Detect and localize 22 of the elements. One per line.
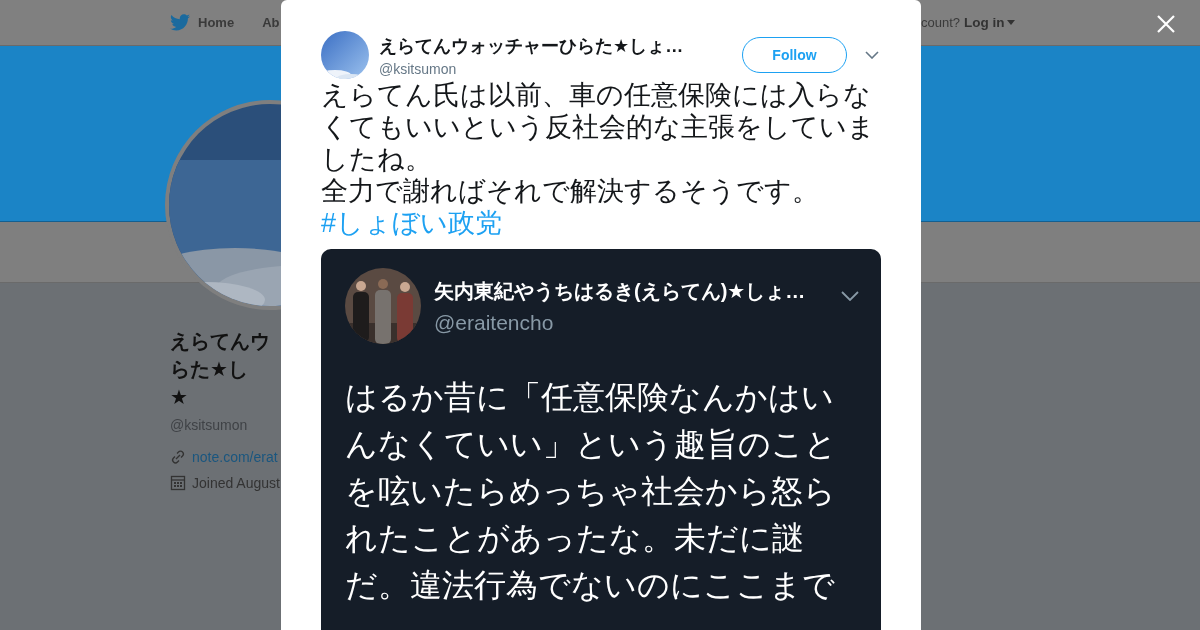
calendar-icon [170, 475, 186, 491]
link-icon [170, 449, 186, 465]
caret-icon [1006, 20, 1015, 25]
nav-link[interactable]: Ab [262, 15, 280, 30]
profile-link[interactable]: note.com/erat [192, 449, 278, 465]
account-prompt: count? [921, 15, 961, 30]
profile-name: えらてんウ らた★し ★ [170, 329, 271, 410]
chevron-icon [841, 291, 859, 301]
author-name: 矢内東紀やうちはるき(えらてん)★しょ… [434, 278, 806, 304]
chevron-icon[interactable] [865, 51, 879, 59]
hashtag-link[interactable]: #しょぼい政党 [321, 207, 503, 239]
author-name: えらてんウォッチャーひらた★しょ… [379, 34, 684, 58]
joined-date: Joined August [192, 475, 280, 491]
tweet-text: 全力で謝ればそれで解決するそうです。 [321, 175, 820, 207]
author-handle: @ksitsumon [379, 60, 458, 77]
tweet-text: はるか昔に「任意保険なんかはいんなくていい」という趣旨のことを呟いたらめっちゃ社会から怒られたことがあったな。未だに謎だ。違法行為でないのにここまで [345, 378, 837, 605]
login-link[interactable]: Log in [964, 15, 1015, 30]
nav-link[interactable]: Home [198, 15, 235, 30]
follow-button[interactable]: Follow [742, 37, 847, 73]
tweet-text: えらてん氏は以前、車の任意保険には入らなくてもいいという反社会的な主張をしていましたね。 [321, 79, 876, 175]
close-icon[interactable] [1157, 15, 1175, 33]
author-handle: @eraitencho [434, 310, 555, 335]
